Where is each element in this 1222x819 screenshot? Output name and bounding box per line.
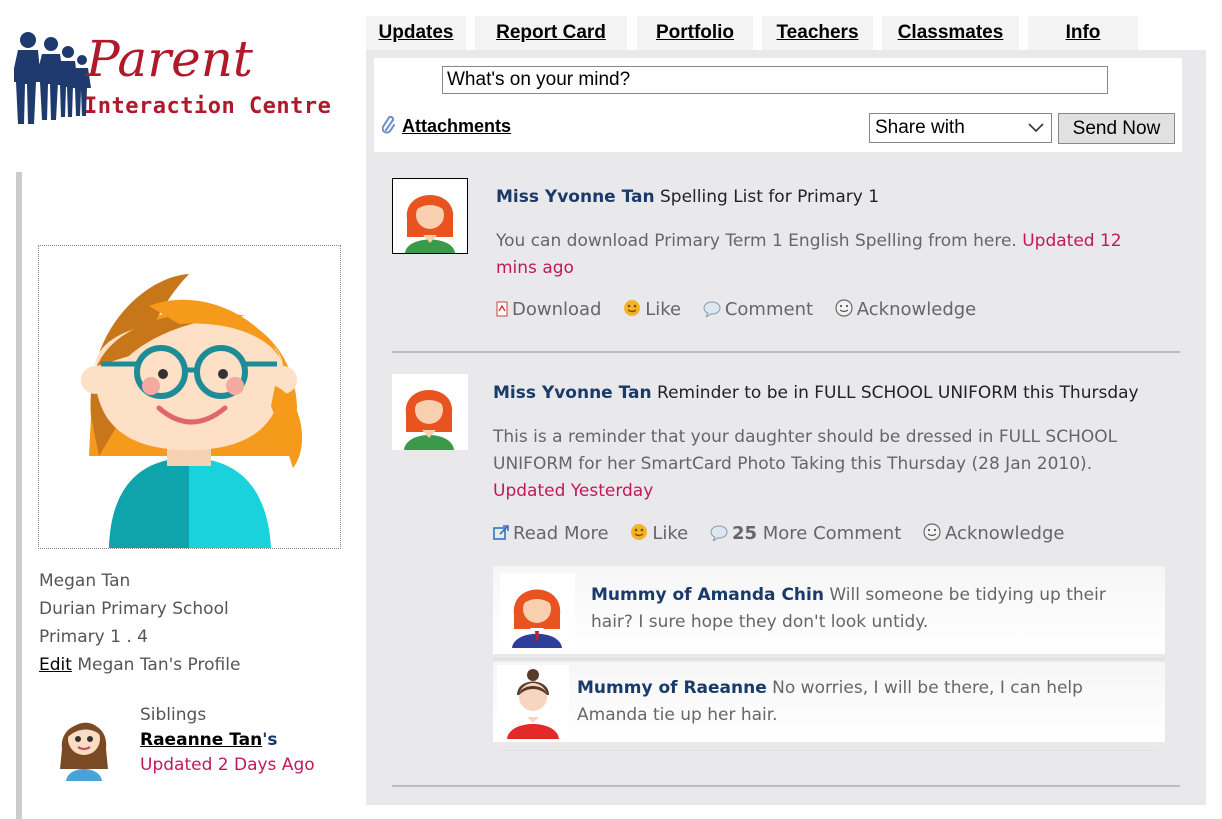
read-more-label: Read More (513, 523, 609, 544)
post-body: You can download Primary Term 1 English … (496, 228, 1156, 282)
chevron-down-icon (1027, 116, 1045, 147)
comment-separator (498, 750, 1158, 751)
speech-bubble-icon (703, 301, 721, 322)
acknowledge-face-icon (923, 523, 941, 546)
like-label: Like (645, 299, 682, 320)
teacher-avatar[interactable] (392, 178, 468, 254)
sibling-name-suffix: 's (262, 730, 278, 750)
share-with-select[interactable]: Share with (869, 113, 1052, 143)
child-name: Megan Tan (39, 571, 131, 591)
status-input[interactable]: What's on your mind? (442, 66, 1108, 94)
logo-title: Parent (86, 30, 253, 88)
child-school: Durian Primary School (39, 599, 229, 619)
logo-subtitle: Interaction Centre (84, 94, 332, 119)
child-profile-info: Megan Tan Durian Primary School Primary … (39, 567, 240, 679)
edit-profile-link[interactable]: Edit (39, 655, 72, 675)
tab-classmates[interactable]: Classmates (882, 16, 1019, 50)
comment-button[interactable]: Comment (703, 299, 813, 322)
sibling-avatar[interactable] (56, 709, 112, 781)
post-body: This is a reminder that your daughter sh… (493, 424, 1153, 505)
tab-report-card[interactable]: Report Card (475, 16, 627, 50)
more-comment-button[interactable]: 25 More Comment (710, 523, 901, 546)
status-composer: What's on your mind? Attachments Share w… (374, 58, 1182, 152)
acknowledge-face-icon (835, 299, 853, 322)
tab-portfolio[interactable]: Portfolio (637, 16, 753, 50)
post-author[interactable]: Miss Yvonne Tan (493, 383, 652, 403)
speech-bubble-icon (710, 525, 728, 546)
acknowledge-label: Acknowledge (945, 523, 1065, 544)
acknowledge-button[interactable]: Acknowledge (923, 523, 1064, 546)
child-class: Primary 1 . 4 (39, 627, 148, 647)
comment-text: Mummy of Raeanne No worries, I will be t… (577, 675, 1137, 729)
post-author[interactable]: Miss Yvonne Tan (496, 187, 655, 207)
tab-info[interactable]: Info (1028, 16, 1138, 50)
read-more-button[interactable]: Read More (493, 523, 609, 546)
attachments-link[interactable]: Attachments (381, 115, 512, 137)
post-title: Miss Yvonne Tan Spelling List for Primar… (496, 187, 879, 207)
commenter-avatar[interactable] (497, 665, 569, 739)
siblings-heading: Siblings (140, 705, 207, 725)
post-body-text: This is a reminder that your daughter sh… (493, 427, 1118, 474)
edit-profile-suffix: Megan Tan's Profile (77, 655, 241, 675)
post-updated: Updated Yesterday (493, 481, 654, 501)
post-actions: Download Like Comment Acknowledge (496, 299, 992, 322)
sibling-name-link[interactable]: Raeanne Tan (140, 730, 262, 750)
send-now-button[interactable]: Send Now (1058, 113, 1175, 144)
pdf-icon (496, 301, 508, 322)
comment-author[interactable]: Mummy of Raeanne (577, 678, 767, 698)
comment-item: Mummy of Raeanne No worries, I will be t… (493, 662, 1165, 742)
comment-label: Comment (724, 299, 814, 320)
post-separator (392, 351, 1180, 353)
like-button[interactable]: Like (623, 299, 681, 322)
comment-count: 25 (731, 523, 757, 544)
comment-item: Mummy of Amanda Chin Will someone be tid… (493, 566, 1165, 654)
like-label: Like (652, 523, 689, 544)
comment-separator (493, 658, 1165, 660)
child-profile-avatar (38, 245, 341, 549)
share-with-value: Share with (875, 117, 965, 138)
post-title: Miss Yvonne Tan Reminder to be in FULL S… (493, 383, 1139, 403)
paperclip-icon (381, 115, 396, 134)
post-actions: Read More Like 25 More Comment Acknowled… (493, 523, 1080, 546)
site-logo[interactable]: Parent Interaction Centre (14, 28, 349, 138)
sibling-updated: Updated 2 Days Ago (140, 755, 315, 775)
post-subject: Spelling List for Primary 1 (660, 187, 880, 207)
sidebar-divider (16, 172, 22, 819)
teacher-avatar[interactable] (392, 374, 468, 450)
tab-teachers[interactable]: Teachers (762, 16, 873, 50)
download-button[interactable]: Download (496, 299, 601, 322)
more-comment-label: More Comment (762, 523, 902, 544)
comment-text: Mummy of Amanda Chin Will someone be tid… (591, 582, 1151, 636)
like-button[interactable]: Like (630, 523, 688, 546)
post-body-text: You can download Primary Term 1 English … (496, 231, 1017, 251)
commenter-avatar[interactable] (500, 573, 575, 648)
post-separator (392, 785, 1180, 787)
comment-author[interactable]: Mummy of Amanda Chin (591, 585, 824, 605)
download-label: Download (512, 299, 602, 320)
smiley-icon (630, 523, 648, 546)
external-link-icon (493, 525, 509, 546)
acknowledge-button[interactable]: Acknowledge (835, 299, 976, 322)
tab-updates[interactable]: Updates (366, 16, 466, 50)
post-subject: Reminder to be in FULL SCHOOL UNIFORM th… (657, 383, 1139, 403)
acknowledge-label: Acknowledge (856, 299, 977, 320)
smiley-icon (623, 299, 641, 322)
attachments-label: Attachments (402, 116, 512, 136)
